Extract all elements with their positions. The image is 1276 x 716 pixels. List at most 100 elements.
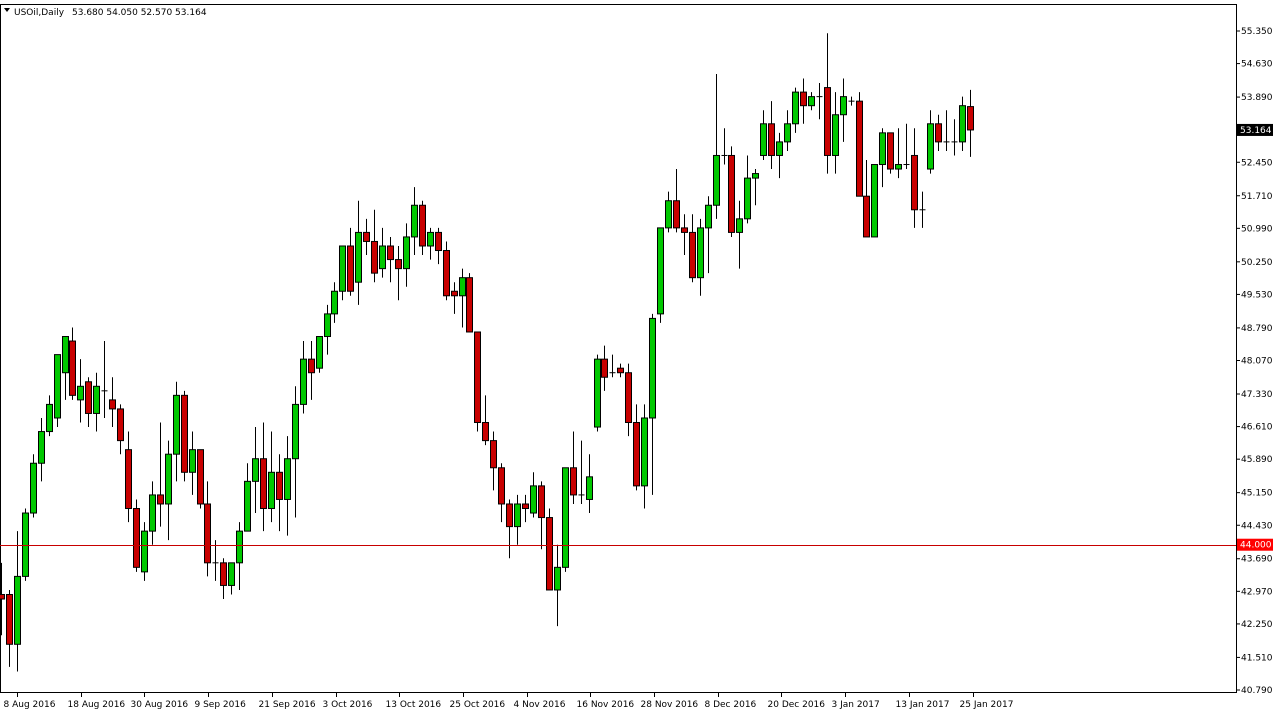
candle-body xyxy=(562,467,569,568)
candle[interactable] xyxy=(54,354,61,428)
x-tick-label: 8 Aug 2016 xyxy=(4,700,56,710)
y-tick-label: 51.710 xyxy=(1241,192,1273,202)
candle[interactable] xyxy=(30,454,37,518)
candle-body xyxy=(649,317,656,419)
candle-body xyxy=(363,231,370,242)
y-tick-label: 45.150 xyxy=(1241,489,1273,499)
candle[interactable] xyxy=(546,508,553,591)
candle[interactable] xyxy=(474,331,481,432)
candle-body xyxy=(625,372,632,424)
y-tick-label: 50.990 xyxy=(1241,224,1273,234)
x-tick-label: 16 Nov 2016 xyxy=(577,700,635,710)
candle-body xyxy=(935,123,942,143)
y-tick-label: 49.530 xyxy=(1241,290,1273,300)
candle-body xyxy=(252,458,259,482)
candle-body xyxy=(871,164,878,238)
y-tick-label: 52.450 xyxy=(1241,158,1273,168)
candle[interactable] xyxy=(181,390,188,482)
candle-body xyxy=(236,530,243,564)
candle-body xyxy=(506,503,513,528)
candle-body xyxy=(681,227,688,233)
candle-body xyxy=(713,154,720,206)
y-tick-label: 42.250 xyxy=(1241,620,1273,630)
candle-body xyxy=(665,200,672,229)
candle-body xyxy=(967,106,974,131)
candle-body xyxy=(689,231,696,279)
candle-body xyxy=(371,240,378,274)
candle-body xyxy=(379,245,386,270)
y-tick-label: 53.890 xyxy=(1241,93,1273,103)
candle-body xyxy=(411,204,418,238)
x-tick-label: 25 Jan 2017 xyxy=(960,700,1014,710)
candle-body xyxy=(173,394,180,455)
candle-body xyxy=(38,431,45,464)
candle-body xyxy=(403,236,410,270)
candle[interactable] xyxy=(856,92,863,197)
candle-body xyxy=(514,503,521,528)
candle-body xyxy=(292,403,299,460)
candle-body xyxy=(601,358,608,378)
x-tick-label: 21 Sep 2016 xyxy=(259,700,316,710)
y-tick-label: 43.690 xyxy=(1241,555,1273,565)
x-tick-label: 28 Nov 2016 xyxy=(641,700,699,710)
candle-body xyxy=(800,91,807,107)
candle[interactable] xyxy=(871,164,878,238)
x-tick-label: 13 Oct 2016 xyxy=(386,700,442,710)
candle-body xyxy=(927,123,934,170)
candle-body xyxy=(705,204,712,229)
y-tick-label: 40.790 xyxy=(1241,686,1273,696)
candle[interactable] xyxy=(594,354,601,432)
candle-body xyxy=(863,195,870,238)
candle-body xyxy=(824,87,831,156)
y-tick-label: 42.970 xyxy=(1241,587,1273,597)
candle-body xyxy=(530,485,537,514)
candle[interactable] xyxy=(887,132,894,174)
time-axis: 8 Aug 2016 18 Aug 2016 30 Aug 2016 9 Sep 20… xyxy=(4,692,1014,710)
candle-body xyxy=(387,245,394,261)
candle[interactable] xyxy=(657,227,664,323)
candle[interactable] xyxy=(443,241,450,301)
candle-body xyxy=(443,250,450,297)
candle-body xyxy=(54,354,61,419)
y-tick-label: 54.630 xyxy=(1241,60,1273,70)
candle-body xyxy=(117,408,124,442)
x-tick-label: 13 Jan 2017 xyxy=(896,700,950,710)
candle-body xyxy=(451,290,458,297)
candle-body xyxy=(459,277,466,297)
candle-body xyxy=(228,562,235,586)
candle[interactable] xyxy=(197,449,204,509)
candle-body xyxy=(792,91,799,125)
candle[interactable] xyxy=(316,336,323,373)
candle[interactable] xyxy=(141,522,148,581)
candle-body xyxy=(284,458,291,500)
candle-body xyxy=(594,358,601,428)
y-tick-label: 50.250 xyxy=(1241,258,1273,268)
candle-body xyxy=(324,313,331,338)
candle[interactable] xyxy=(562,467,569,572)
x-tick-label: 4 Nov 2016 xyxy=(514,700,566,710)
candle-body xyxy=(776,141,783,156)
candle-body xyxy=(22,512,29,577)
candle-body xyxy=(395,259,402,270)
candle-body xyxy=(189,449,196,473)
candle-body xyxy=(244,480,251,532)
candle-body xyxy=(204,503,211,564)
candle-body xyxy=(895,164,902,170)
candle-body xyxy=(347,245,354,292)
y-tick-label: 47.330 xyxy=(1241,390,1273,400)
candle-body xyxy=(141,530,148,573)
candle-body xyxy=(617,367,624,374)
y-tick-label: 41.510 xyxy=(1241,653,1273,663)
x-tick-label: 3 Oct 2016 xyxy=(323,700,373,710)
candle[interactable] xyxy=(466,273,473,333)
candle-body xyxy=(490,440,497,469)
candle[interactable] xyxy=(22,508,29,581)
candle-body xyxy=(840,96,847,116)
candle-body xyxy=(673,200,680,229)
level-tag-label: 44.000 xyxy=(1240,541,1272,551)
price-chart[interactable]: 55.35054.63053.89053.17052.45051.71050.9… xyxy=(0,0,1276,716)
candle-body xyxy=(308,358,315,374)
candle-body xyxy=(109,399,116,410)
candle[interactable] xyxy=(133,499,140,572)
candle[interactable] xyxy=(728,146,735,237)
